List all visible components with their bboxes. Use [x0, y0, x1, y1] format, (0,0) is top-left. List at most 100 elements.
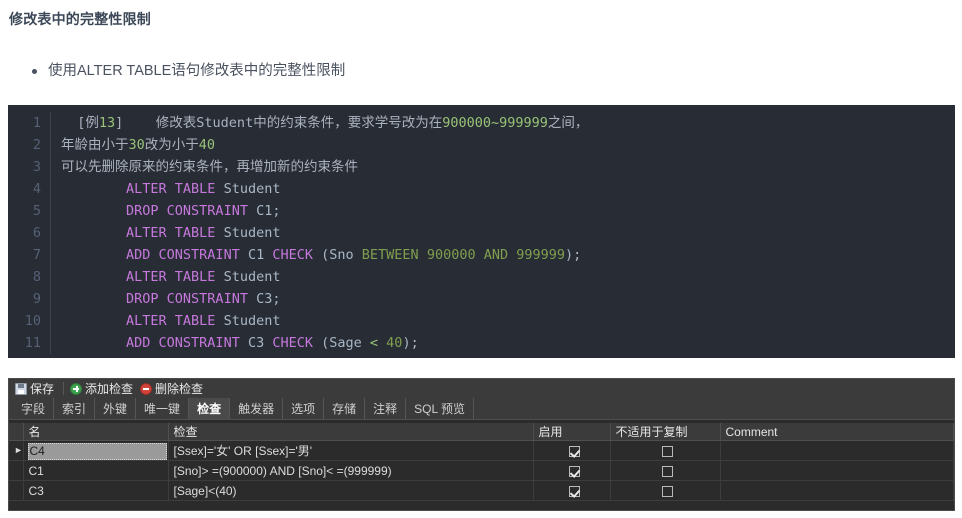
tab-unique-keys[interactable]: 唯一键 [136, 398, 190, 419]
checkbox-enabled[interactable] [568, 445, 580, 457]
code-line: 2 年龄由小于30改为小于40 [8, 134, 955, 156]
cell-not-for-replication[interactable] [610, 440, 721, 461]
cell-enabled[interactable] [533, 480, 611, 501]
code-token: Student [215, 181, 281, 197]
code-token: Student [215, 269, 281, 285]
cell-name[interactable]: C4 [23, 440, 169, 461]
selected-cell-value[interactable]: C4 [27, 442, 167, 460]
code-line: 3 可以先删除原来的约束条件，再增加新的约束条件 [8, 156, 955, 178]
line-number: 3 [32, 159, 41, 175]
tab-comment[interactable]: 注释 [365, 398, 407, 419]
tab-checks[interactable]: 检查 [189, 398, 231, 419]
tab-options[interactable]: 选项 [283, 398, 325, 419]
gutter-divider [50, 332, 51, 354]
code-line-text: ADD CONSTRAINT C3 CHECK (Sage < 40); [61, 332, 419, 354]
tab-indexes[interactable]: 索引 [54, 398, 96, 419]
gutter-divider [50, 178, 51, 200]
tab-label: 存储 [332, 402, 357, 416]
cell-enabled[interactable] [533, 460, 611, 481]
add-circle-icon [70, 382, 83, 395]
code-line: 10 ALTER TABLE Student [8, 310, 955, 332]
remove-circle-icon [140, 382, 153, 395]
cell-not-for-replication[interactable] [610, 460, 721, 481]
table-row[interactable]: C3 [Sage]<(40) [9, 480, 954, 501]
current-row-arrow-icon: ► [14, 445, 23, 455]
code-token: 中的约束条件，要求学号改为在 [253, 115, 443, 131]
code-block: 1 [例13] 修改表Student中的约束条件，要求学号改为在900000~9… [8, 105, 955, 358]
tab-storage[interactable]: 存储 [324, 398, 366, 419]
table-row[interactable]: ► C4 [Ssex]='女' OR [Ssex]='男' [9, 440, 954, 461]
column-header-enabled[interactable]: 启用 [533, 423, 611, 441]
column-header-comment[interactable]: Comment [720, 423, 954, 441]
cell-enabled[interactable] [533, 440, 611, 461]
code-line: 11 ADD CONSTRAINT C3 CHECK (Sage < 40); [8, 332, 955, 354]
column-header-name[interactable]: 名 [23, 423, 169, 441]
cell-name[interactable]: C1 [23, 460, 169, 481]
tab-label: 字段 [21, 402, 46, 416]
checkbox-not-for-replication[interactable] [662, 465, 673, 477]
code-line-text: 年龄由小于30改为小于40 [61, 134, 215, 156]
delete-check-label: 删除检查 [155, 382, 204, 396]
tab-triggers[interactable]: 触发器 [230, 398, 284, 419]
code-token: [例 [61, 115, 99, 131]
code-token: Student [196, 115, 254, 131]
list-item: 使用ALTER TABLE语句修改表中的完整性限制 [32, 62, 962, 80]
code-line: 8 ALTER TABLE Student [8, 266, 955, 288]
tab-label: 索引 [62, 402, 87, 416]
cell-comment[interactable] [720, 460, 954, 481]
cell-check[interactable]: [Ssex]='女' OR [Ssex]='男' [168, 440, 534, 461]
gutter-divider [50, 156, 51, 178]
line-number: 11 [24, 335, 41, 351]
code-token: CHECK [272, 247, 313, 263]
tab-sql-preview[interactable]: SQL 预览 [406, 398, 475, 419]
code-line-text: DROP CONSTRAINT C1; [61, 200, 280, 222]
line-number: 10 [24, 313, 41, 329]
code-token: < [369, 335, 379, 351]
code-token: ALTER TABLE [126, 225, 216, 241]
checkbox-not-for-replication[interactable] [662, 445, 673, 457]
code-token: 40 [386, 335, 403, 351]
cell-check[interactable]: [Sage]<(40) [168, 480, 534, 501]
code-line: 1 [例13] 修改表Student中的约束条件，要求学号改为在900000~9… [8, 112, 955, 134]
tab-foreign-keys[interactable]: 外键 [95, 398, 137, 419]
code-line-text: ALTER TABLE Student [61, 266, 280, 288]
code-token: 30 [128, 137, 145, 153]
cell-not-for-replication[interactable] [610, 480, 721, 501]
cell-check[interactable]: [Sno]> =(900000) AND [Sno]< =(999999) [168, 460, 534, 481]
row-marker-header [9, 423, 24, 441]
save-button[interactable]: 保存 [13, 380, 59, 397]
line-number: 4 [32, 181, 41, 197]
code-token: 900000~999999 [442, 115, 548, 131]
gutter-divider [50, 310, 51, 332]
code-token: CHECK [272, 335, 313, 351]
checkbox-not-for-replication[interactable] [662, 485, 673, 497]
cell-name[interactable]: C3 [23, 480, 169, 501]
toolbar-divider [63, 382, 65, 395]
code-line: 9 DROP CONSTRAINT C3; [8, 288, 955, 310]
cell-comment[interactable] [720, 480, 954, 501]
panel-tabbar: 字段 索引 外键 唯一键 检查 触发器 选项 存储 注释 SQL 预览 [9, 398, 954, 420]
gutter-divider [50, 244, 51, 266]
checkbox-enabled[interactable] [568, 485, 580, 497]
table-row[interactable]: C1 [Sno]> =(900000) AND [Sno]< =(999999) [9, 460, 954, 481]
checkbox-enabled[interactable] [568, 465, 580, 477]
delete-check-button[interactable]: 删除检查 [138, 380, 208, 397]
add-check-button[interactable]: 添加检查 [68, 380, 138, 397]
tab-label: 外键 [103, 402, 128, 416]
code-token: 之间， [547, 115, 589, 131]
row-marker-cell [9, 460, 24, 481]
column-header-check[interactable]: 检查 [168, 423, 534, 441]
tab-label: 选项 [291, 402, 316, 416]
code-line: 4 ALTER TABLE Student [8, 178, 955, 200]
code-token: DROP CONSTRAINT [126, 291, 248, 307]
code-token: (Sage [312, 335, 370, 351]
tab-fields[interactable]: 字段 [13, 398, 55, 419]
column-header-not-for-replication[interactable]: 不适用于复制 [610, 423, 721, 441]
cell-comment[interactable] [720, 440, 954, 461]
